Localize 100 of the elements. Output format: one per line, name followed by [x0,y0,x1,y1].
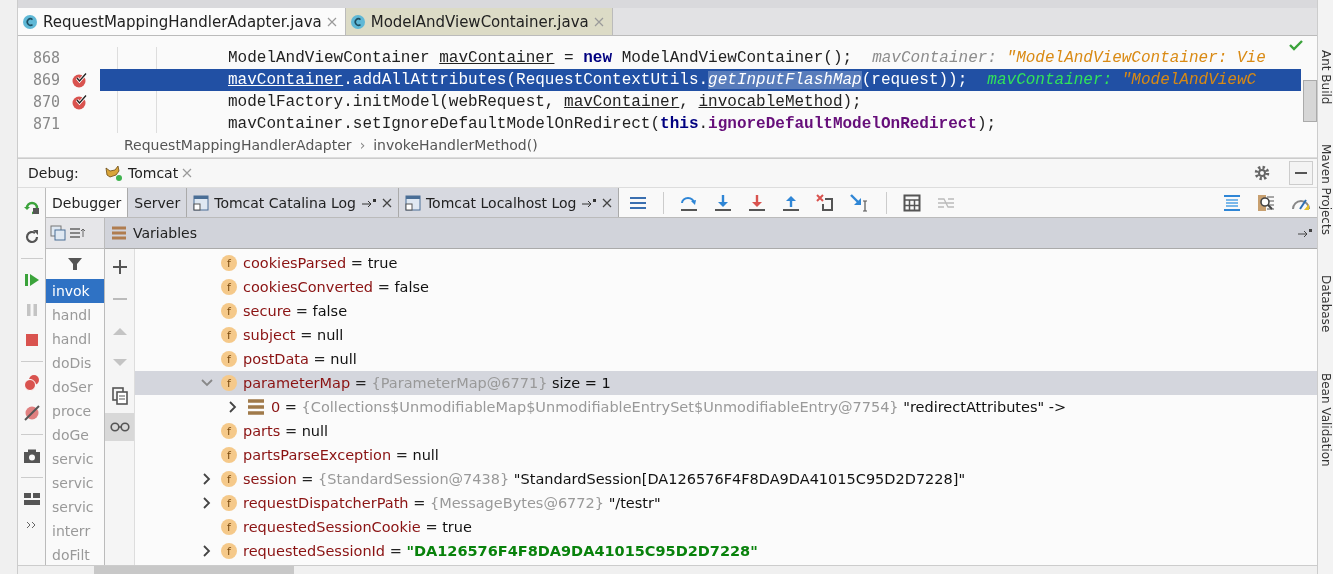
chevron-right-icon[interactable] [228,401,238,413]
variable-text: postData = null [243,351,357,367]
camera-icon[interactable] [22,447,41,465]
tool-tab[interactable]: Tomcat Localhost Log [398,188,620,217]
breakpoint-icon[interactable] [71,94,89,110]
pin-icon[interactable] [360,197,377,208]
field-icon: f [221,495,237,511]
variable-row[interactable]: f parameterMap = {ParameterMap@6771} size = 1 [135,371,1317,395]
scrollbar-thumb[interactable] [1303,80,1317,122]
list-icon[interactable] [629,194,648,211]
filter-icon[interactable] [67,256,83,272]
variable-row[interactable]: f secure = false [135,299,1317,323]
breakpoints-icon[interactable] [22,374,41,392]
field-icon: f [221,327,237,343]
tool-window-button[interactable]: Database [1318,275,1333,333]
step-into-icon[interactable] [714,193,733,212]
variable-row[interactable]: f parts = null [135,419,1317,443]
sort-icon[interactable] [69,226,87,240]
panel-title: Variables [133,225,197,241]
breadcrumb-item[interactable]: invokeHandlerMethod() [373,137,538,153]
chevron-right-icon[interactable] [202,497,212,509]
variable-row[interactable]: f requestedSessionCookie = true [135,515,1317,539]
line-number: 868 [31,49,60,67]
pin-icon[interactable] [1297,228,1313,238]
tool-tab[interactable]: Debugger [46,188,129,217]
add-icon[interactable] [111,259,128,275]
settings-icon[interactable] [1253,164,1271,182]
resume-icon[interactable] [22,271,41,289]
check-icon [1289,40,1303,51]
variable-row[interactable]: f partsParseException = null [135,443,1317,467]
breadcrumb-item[interactable]: RequestMappingHandlerAdapter [124,137,352,153]
variable-text: 0 = {Collections$UnmodifiableMap$UnmodifiableEntrySet$UnmodifiableEntry@7754} "redirectAttributes" -> [271,399,1067,415]
line-number: 871 [31,115,60,133]
variable-text: requestDispatcherPath = {MessageBytes@6772} "/testr" [243,495,661,511]
mute-breakpoints-icon[interactable] [22,404,41,422]
session-tab[interactable]: Tomcat [104,165,193,181]
copy-icon[interactable] [111,387,128,405]
breakpoint-icon[interactable] [71,72,89,88]
variable-text: cookiesConverted = false [243,279,429,295]
tool-window-button[interactable]: Ant Build [1318,50,1333,105]
class-file-icon [22,13,38,30]
more-icon[interactable] [25,520,38,530]
variable-text: requestedSessionId = "DA126576F4F8DA9DA41015C95D2D7228" [243,543,758,559]
inspect-icon[interactable] [1257,193,1275,212]
editor-tab[interactable]: RequestMappingHandlerAdapter.java [18,8,346,35]
variable-row[interactable]: f postData = null [135,347,1317,371]
stack-frame[interactable]: invok [46,279,104,303]
field-icon: f [221,543,237,559]
line-number: 870 [31,93,60,111]
variables-icon [111,225,127,241]
minimize-icon[interactable] [1289,161,1313,185]
tool-window-button[interactable]: Maven Projects [1318,144,1333,236]
calculator-icon[interactable] [903,193,922,212]
watches-toggle[interactable] [105,413,134,441]
tool-tab[interactable]: Tomcat Catalina Log [187,188,399,217]
close-icon[interactable] [381,197,392,208]
chevron-right-icon[interactable] [202,473,212,485]
breadcrumb-separator: › [359,137,366,153]
variable-row[interactable]: f requestDispatcherPath = {MessageBytes@6772} "/testr" [135,491,1317,515]
variable-row[interactable]: f cookiesParsed = true [135,251,1317,275]
console-icon [404,194,421,211]
force-step-into-icon[interactable] [748,193,767,212]
drop-frame-icon[interactable] [816,193,835,212]
variable-row[interactable]: f cookiesConverted = false [135,275,1317,299]
field-icon: f [221,303,237,319]
chevron-right-icon[interactable] [202,545,212,557]
cat-icon [104,165,124,181]
threads-icon[interactable] [50,225,68,241]
entry-icon [247,398,265,416]
variable-text: subject = null [243,327,344,343]
variable-row[interactable]: f requestedSessionId = "DA126576F4F8DA9DA41015C95D2D7228" [135,539,1317,563]
field-icon: f [221,375,237,391]
scrollbar-thumb[interactable] [94,566,294,574]
field-icon: f [221,351,237,367]
step-out-icon[interactable] [782,193,801,212]
glasses-icon [109,422,130,432]
variable-row[interactable]: f session = {StandardSession@7438} "StandardSession[DA126576F4F8DA9DA41015C95D2D7228]" [135,467,1317,491]
variable-row[interactable]: f subject = null [135,323,1317,347]
variable-row[interactable]: 0 = {Collections$UnmodifiableMap$UnmodifiableEntrySet$UnmodifiableEntry@7754} "redirectAttributes" -> [135,395,1317,419]
debug-label: Debug: [28,165,80,181]
field-icon: f [221,519,237,535]
class-file-icon [349,13,366,30]
field-icon: f [221,471,237,487]
pin-icon[interactable] [581,197,598,208]
field-icon: f [221,423,237,439]
field-icon: f [221,255,237,271]
editor-tab[interactable]: ModelAndViewContainer.java [345,8,613,35]
layout-icon[interactable] [22,490,41,508]
variable-text: session = {StandardSession@7438} "StandardSession[DA126576F4F8DA9DA41015C95D2D7228]" [243,471,966,487]
variable-text: cookiesParsed = true [243,255,398,271]
variable-text: requestedSessionCookie = true [243,519,472,535]
field-icon: f [221,447,237,463]
line-number: 869 [31,71,60,89]
spool-icon[interactable] [1223,193,1241,212]
variable-text: parts = null [243,423,329,439]
close-icon[interactable] [602,197,613,208]
tool-window-button[interactable]: Bean Validation [1318,372,1333,467]
variable-text: partsParseException = null [243,447,439,463]
console-icon [193,194,210,211]
tool-tab[interactable]: Server [128,188,188,217]
